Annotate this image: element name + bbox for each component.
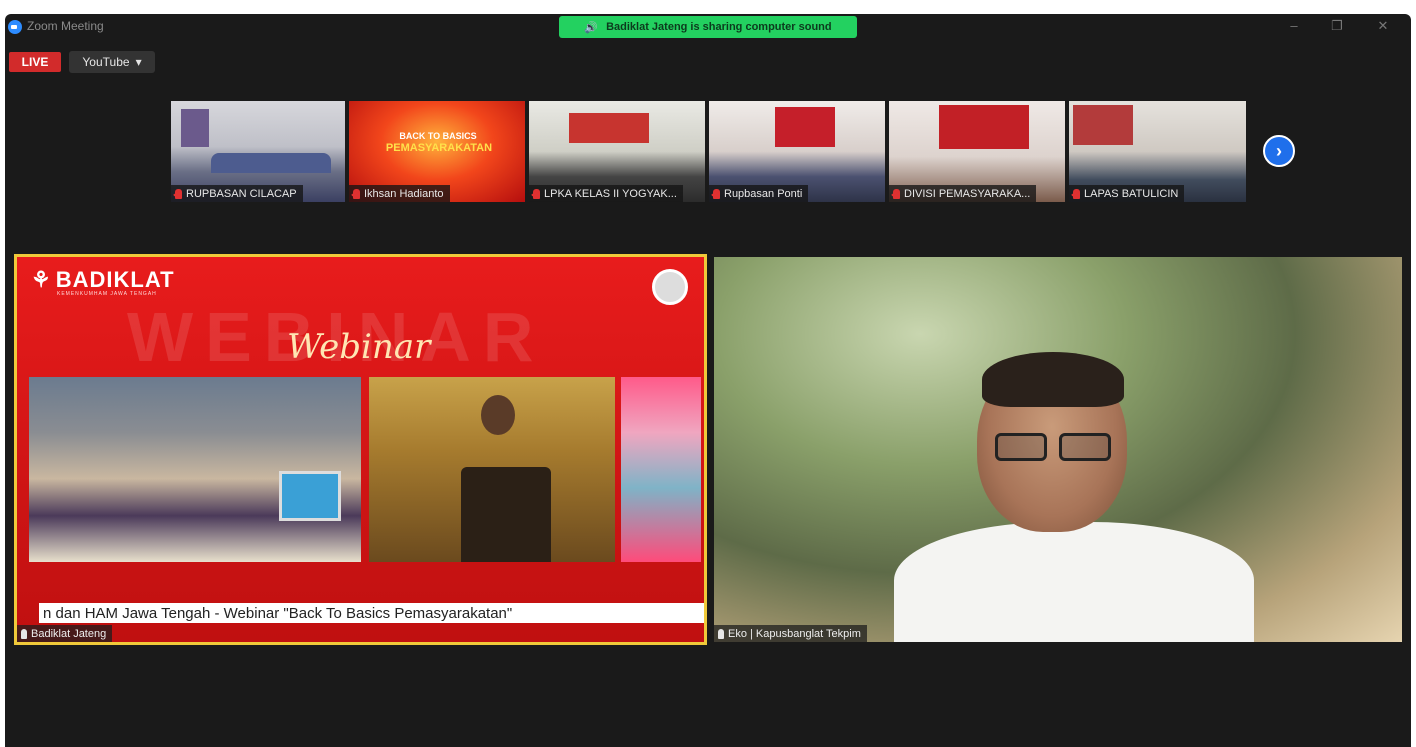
tree-icon: ⚘ [31,267,52,292]
participant-name: Rupbasan Ponti [724,187,803,200]
mic-icon [21,628,27,639]
speaker-head-shape [481,395,515,435]
chevron-down-icon: ▾ [135,55,142,69]
participant-thumbnail[interactable]: RUPBASAN CILACAP [171,101,345,202]
podium-shape [461,467,551,562]
banner-shape [939,105,1029,149]
title-bar: Zoom Meeting 🔊 Badiklat Jateng is sharin… [5,14,1411,40]
close-button[interactable]: ✕ [1373,18,1393,34]
muted-mic-icon [1073,188,1080,199]
slide-title-line1: BACK TO BASICS [399,131,477,141]
participant-name: LAPAS BATULICIN [1084,187,1179,200]
sharing-sound-banner: 🔊 Badiklat Jateng is sharing computer so… [559,16,857,38]
webinar-script-title: Webinar [287,327,431,367]
muted-mic-icon [175,188,182,199]
live-badge[interactable]: LIVE [9,52,61,72]
participant-name: Ikhsan Hadianto [364,187,444,200]
minimize-button[interactable]: – [1284,18,1304,33]
banner-shape [1073,105,1133,145]
chevron-right-icon: › [1276,140,1282,161]
participant-video[interactable]: Eko | Kapusbanglat Tekpim [714,257,1402,642]
muted-mic-icon [353,188,360,199]
participant-name-bar: Eko | Kapusbanglat Tekpim [714,625,867,642]
restore-button[interactable]: ❐ [1327,18,1347,34]
muted-mic-icon [533,188,540,199]
participant-name-bar: DIVISI PEMASYARAKA... [889,185,1037,202]
participant-thumbnail[interactable]: BACK TO BASICS PEMASYARAKATAN Ikhsan Had… [349,101,525,202]
participant-name-bar: Ikhsan Hadianto [349,185,450,202]
participant-thumbnail[interactable]: Rupbasan Ponti [709,101,885,202]
people-shape [211,153,331,173]
banner-shape [775,107,835,147]
participant-thumbnail[interactable]: DIVISI PEMASYARAKA... [889,101,1065,202]
participant-name-bar: LPKA KELAS II YOGYAK... [529,185,683,202]
zoom-app-icon [8,20,22,34]
participant-thumbnail[interactable]: LAPAS BATULICIN [1069,101,1246,202]
shared-speaker-video [369,377,615,562]
screen-shape [279,471,341,521]
shared-hall-video [29,377,361,562]
hair-shape [982,352,1124,407]
participant-name: RUPBASAN CILACAP [186,187,297,200]
participant-name-bar: LAPAS BATULICIN [1069,185,1185,202]
participant-name: Eko | Kapusbanglat Tekpim [728,627,861,640]
youtube-live-button[interactable]: YouTube ▾ [69,51,155,73]
participant-name: LPKA KELAS II YOGYAK... [544,187,677,200]
mic-icon [718,628,724,639]
glasses-shape [995,433,1115,463]
badiklat-logo-text: BADIKLAT [55,267,175,292]
badiklat-subtitle: KEMENKUMHAM JAWA TENGAH [57,291,157,297]
active-speaker-video[interactable]: WEBINAR ⚘ BADIKLAT KEMENKUMHAM JAWA TENG… [14,254,707,645]
window-title: Zoom Meeting [27,19,104,33]
sharing-sound-text: Badiklat Jateng is sharing computer soun… [606,21,832,33]
next-page-button[interactable]: › [1263,135,1295,167]
zoom-window: Zoom Meeting 🔊 Badiklat Jateng is sharin… [5,14,1411,747]
participant-name: Badiklat Jateng [31,627,107,640]
slide-title-line2: PEMASYARAKATAN [385,142,493,154]
shirt-shape [894,522,1254,642]
muted-mic-icon [893,188,900,199]
emblem-icon [652,269,688,305]
participant-name: DIVISI PEMASYARAKA... [904,187,1031,200]
speaker-icon: 🔊 [584,21,599,34]
shared-slide-video [621,377,701,562]
youtube-label: YouTube [82,55,130,69]
participant-thumbnail[interactable]: LPKA KELAS II YOGYAK... [529,101,705,202]
banner-shape [569,113,649,143]
participant-name-bar: Badiklat Jateng [17,625,113,642]
muted-mic-icon [713,188,720,199]
participant-name-bar: RUPBASAN CILACAP [171,185,303,202]
participant-name-bar: Rupbasan Ponti [709,185,809,202]
news-ticker: n dan HAM Jawa Tengah - Webinar "Back To… [39,603,704,623]
window-shape [181,109,209,147]
badiklat-logo: ⚘ BADIKLAT [31,267,175,293]
